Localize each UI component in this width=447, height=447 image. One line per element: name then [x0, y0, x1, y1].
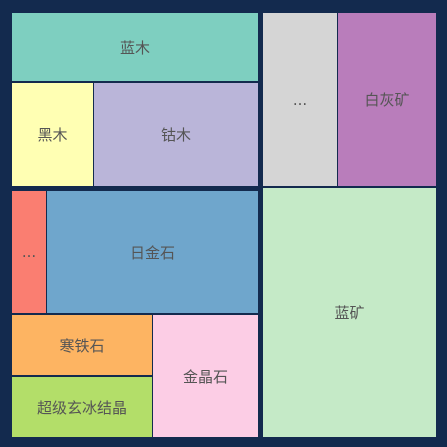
treemap-chart: 蓝木黑木 钴木... 白灰矿... 日金石蓝矿寒铁石超级玄冰结晶 金晶石 [0, 0, 447, 447]
treemap-label-heimu: 黑木 [37, 126, 68, 144]
treemap-label-gumu: 钴木 [160, 126, 191, 144]
treemap-label-chaoji: 超级玄冰结晶 [36, 398, 127, 417]
treemap-tile-rijinshi[interactable]: 日金石 [46, 190, 259, 314]
treemap-label-small1: ... [292, 90, 308, 109]
treemap-tile-chaoji[interactable]: 超级玄冰结晶 [11, 376, 153, 438]
treemap-tile-hantieshi[interactable]: 寒铁石 [11, 314, 153, 376]
treemap-tile-small1[interactable]: ... [262, 12, 338, 187]
treemap-label-rijinshi: 日金石 [129, 243, 175, 262]
treemap-label-small2: ... [21, 243, 37, 261]
treemap-label-lankuang: 蓝矿 [334, 304, 365, 322]
treemap-tile-lankuang[interactable]: 蓝矿 [262, 187, 437, 438]
treemap-label-lanmu: 蓝木 [119, 38, 150, 57]
treemap-tile-heimu[interactable]: 黑木 [11, 82, 94, 187]
treemap-tile-small2[interactable]: ... [11, 190, 47, 314]
treemap-label-baihuikuang: 白灰矿 [364, 91, 410, 109]
treemap-label-jinjingshi: 金晶石 [182, 367, 228, 386]
treemap-label-hantieshi: 寒铁石 [59, 336, 105, 355]
treemap-tile-jinjingshi[interactable]: 金晶石 [152, 314, 259, 438]
treemap-tile-lanmu[interactable]: 蓝木 [11, 12, 259, 82]
treemap-tile-baihuikuang[interactable]: 白灰矿 [337, 12, 437, 187]
treemap-tile-gumu[interactable]: 钴木 [93, 82, 259, 187]
